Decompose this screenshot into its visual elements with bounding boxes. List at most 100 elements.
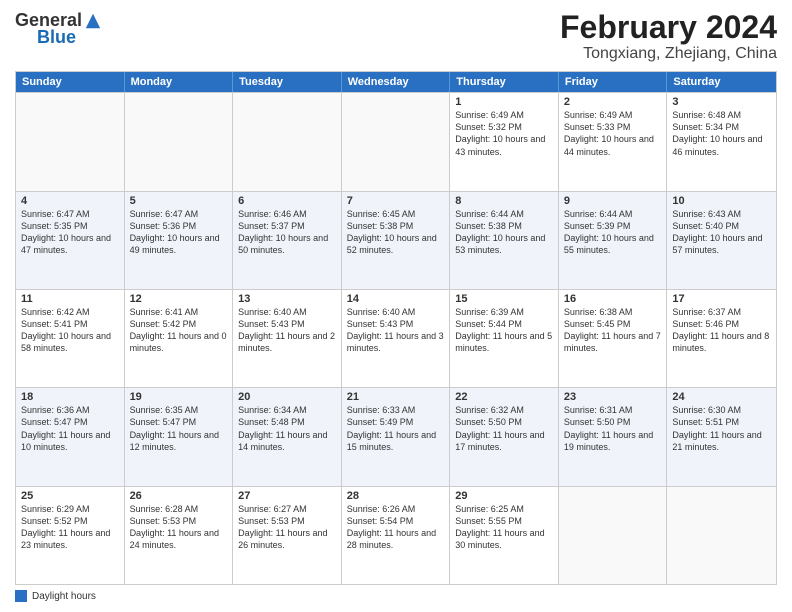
cell-info-text: Sunrise: 6:25 AM Sunset: 5:55 PM Dayligh… [455,503,553,552]
cell-info-text: Sunrise: 6:40 AM Sunset: 5:43 PM Dayligh… [347,306,445,355]
page: General Blue February 2024 Tongxiang, Zh… [0,0,792,612]
cell-info-text: Sunrise: 6:49 AM Sunset: 5:33 PM Dayligh… [564,109,662,158]
cell-date-number: 20 [238,391,336,403]
calendar-cell: 7Sunrise: 6:45 AM Sunset: 5:38 PM Daylig… [342,192,451,289]
calendar-cell [342,93,451,190]
cell-date-number: 17 [672,293,771,305]
calendar-cell: 4Sunrise: 6:47 AM Sunset: 5:35 PM Daylig… [16,192,125,289]
cell-date-number: 26 [130,490,228,502]
cell-info-text: Sunrise: 6:30 AM Sunset: 5:51 PM Dayligh… [672,404,771,453]
cell-info-text: Sunrise: 6:43 AM Sunset: 5:40 PM Dayligh… [672,208,771,257]
cell-date-number: 5 [130,195,228,207]
cell-date-number: 13 [238,293,336,305]
calendar-cell: 19Sunrise: 6:35 AM Sunset: 5:47 PM Dayli… [125,388,234,485]
cell-date-number: 22 [455,391,553,403]
cell-info-text: Sunrise: 6:47 AM Sunset: 5:36 PM Dayligh… [130,208,228,257]
calendar-cell: 25Sunrise: 6:29 AM Sunset: 5:52 PM Dayli… [16,487,125,584]
cell-info-text: Sunrise: 6:31 AM Sunset: 5:50 PM Dayligh… [564,404,662,453]
title-block: February 2024 Tongxiang, Zhejiang, China [560,10,777,63]
day-header-tuesday: Tuesday [233,72,342,92]
cell-info-text: Sunrise: 6:42 AM Sunset: 5:41 PM Dayligh… [21,306,119,355]
cell-date-number: 4 [21,195,119,207]
cell-info-text: Sunrise: 6:40 AM Sunset: 5:43 PM Dayligh… [238,306,336,355]
calendar-header: SundayMondayTuesdayWednesdayThursdayFrid… [16,72,776,92]
calendar-week-1: 1Sunrise: 6:49 AM Sunset: 5:32 PM Daylig… [16,92,776,190]
cell-date-number: 16 [564,293,662,305]
cell-info-text: Sunrise: 6:32 AM Sunset: 5:50 PM Dayligh… [455,404,553,453]
calendar-cell: 11Sunrise: 6:42 AM Sunset: 5:41 PM Dayli… [16,290,125,387]
day-header-wednesday: Wednesday [342,72,451,92]
calendar: SundayMondayTuesdayWednesdayThursdayFrid… [15,71,777,585]
cell-date-number: 9 [564,195,662,207]
day-header-thursday: Thursday [450,72,559,92]
cell-date-number: 19 [130,391,228,403]
calendar-cell: 2Sunrise: 6:49 AM Sunset: 5:33 PM Daylig… [559,93,668,190]
calendar-cell: 17Sunrise: 6:37 AM Sunset: 5:46 PM Dayli… [667,290,776,387]
calendar-week-5: 25Sunrise: 6:29 AM Sunset: 5:52 PM Dayli… [16,486,776,584]
cell-info-text: Sunrise: 6:28 AM Sunset: 5:53 PM Dayligh… [130,503,228,552]
cell-info-text: Sunrise: 6:35 AM Sunset: 5:47 PM Dayligh… [130,404,228,453]
cell-date-number: 8 [455,195,553,207]
cell-info-text: Sunrise: 6:45 AM Sunset: 5:38 PM Dayligh… [347,208,445,257]
calendar-cell: 12Sunrise: 6:41 AM Sunset: 5:42 PM Dayli… [125,290,234,387]
calendar-cell: 1Sunrise: 6:49 AM Sunset: 5:32 PM Daylig… [450,93,559,190]
cell-date-number: 29 [455,490,553,502]
calendar-cell: 23Sunrise: 6:31 AM Sunset: 5:50 PM Dayli… [559,388,668,485]
cell-info-text: Sunrise: 6:36 AM Sunset: 5:47 PM Dayligh… [21,404,119,453]
calendar-cell: 16Sunrise: 6:38 AM Sunset: 5:45 PM Dayli… [559,290,668,387]
calendar-cell: 20Sunrise: 6:34 AM Sunset: 5:48 PM Dayli… [233,388,342,485]
calendar-cell: 26Sunrise: 6:28 AM Sunset: 5:53 PM Dayli… [125,487,234,584]
calendar-cell [16,93,125,190]
calendar-cell: 27Sunrise: 6:27 AM Sunset: 5:53 PM Dayli… [233,487,342,584]
cell-info-text: Sunrise: 6:26 AM Sunset: 5:54 PM Dayligh… [347,503,445,552]
calendar-cell: 5Sunrise: 6:47 AM Sunset: 5:36 PM Daylig… [125,192,234,289]
calendar-cell [125,93,234,190]
cell-date-number: 15 [455,293,553,305]
day-header-sunday: Sunday [16,72,125,92]
calendar-cell: 13Sunrise: 6:40 AM Sunset: 5:43 PM Dayli… [233,290,342,387]
cell-info-text: Sunrise: 6:44 AM Sunset: 5:38 PM Dayligh… [455,208,553,257]
cell-info-text: Sunrise: 6:47 AM Sunset: 5:35 PM Dayligh… [21,208,119,257]
calendar-cell: 6Sunrise: 6:46 AM Sunset: 5:37 PM Daylig… [233,192,342,289]
calendar-cell [559,487,668,584]
cell-date-number: 25 [21,490,119,502]
legend-color-box [15,590,27,602]
cell-date-number: 2 [564,96,662,108]
month-title: February 2024 [560,10,777,45]
logo: General Blue [15,10,102,48]
calendar-cell: 15Sunrise: 6:39 AM Sunset: 5:44 PM Dayli… [450,290,559,387]
calendar-cell [667,487,776,584]
calendar-cell: 3Sunrise: 6:48 AM Sunset: 5:34 PM Daylig… [667,93,776,190]
cell-date-number: 3 [672,96,771,108]
day-header-saturday: Saturday [667,72,776,92]
cell-date-number: 10 [672,195,771,207]
cell-date-number: 1 [455,96,553,108]
cell-date-number: 6 [238,195,336,207]
calendar-week-3: 11Sunrise: 6:42 AM Sunset: 5:41 PM Dayli… [16,289,776,387]
cell-info-text: Sunrise: 6:34 AM Sunset: 5:48 PM Dayligh… [238,404,336,453]
calendar-cell: 24Sunrise: 6:30 AM Sunset: 5:51 PM Dayli… [667,388,776,485]
cell-date-number: 27 [238,490,336,502]
calendar-cell: 10Sunrise: 6:43 AM Sunset: 5:40 PM Dayli… [667,192,776,289]
cell-date-number: 23 [564,391,662,403]
calendar-cell: 8Sunrise: 6:44 AM Sunset: 5:38 PM Daylig… [450,192,559,289]
cell-date-number: 24 [672,391,771,403]
cell-info-text: Sunrise: 6:37 AM Sunset: 5:46 PM Dayligh… [672,306,771,355]
cell-date-number: 11 [21,293,119,305]
location-title: Tongxiang, Zhejiang, China [560,45,777,63]
cell-info-text: Sunrise: 6:46 AM Sunset: 5:37 PM Dayligh… [238,208,336,257]
cell-info-text: Sunrise: 6:49 AM Sunset: 5:32 PM Dayligh… [455,109,553,158]
cell-date-number: 21 [347,391,445,403]
cell-info-text: Sunrise: 6:38 AM Sunset: 5:45 PM Dayligh… [564,306,662,355]
header: General Blue February 2024 Tongxiang, Zh… [15,10,777,63]
calendar-week-2: 4Sunrise: 6:47 AM Sunset: 5:35 PM Daylig… [16,191,776,289]
cell-date-number: 18 [21,391,119,403]
calendar-cell: 18Sunrise: 6:36 AM Sunset: 5:47 PM Dayli… [16,388,125,485]
calendar-cell: 29Sunrise: 6:25 AM Sunset: 5:55 PM Dayli… [450,487,559,584]
calendar-body: 1Sunrise: 6:49 AM Sunset: 5:32 PM Daylig… [16,92,776,584]
calendar-cell: 14Sunrise: 6:40 AM Sunset: 5:43 PM Dayli… [342,290,451,387]
cell-info-text: Sunrise: 6:39 AM Sunset: 5:44 PM Dayligh… [455,306,553,355]
cell-date-number: 12 [130,293,228,305]
logo-icon [84,12,102,30]
legend: Daylight hours [15,590,777,602]
